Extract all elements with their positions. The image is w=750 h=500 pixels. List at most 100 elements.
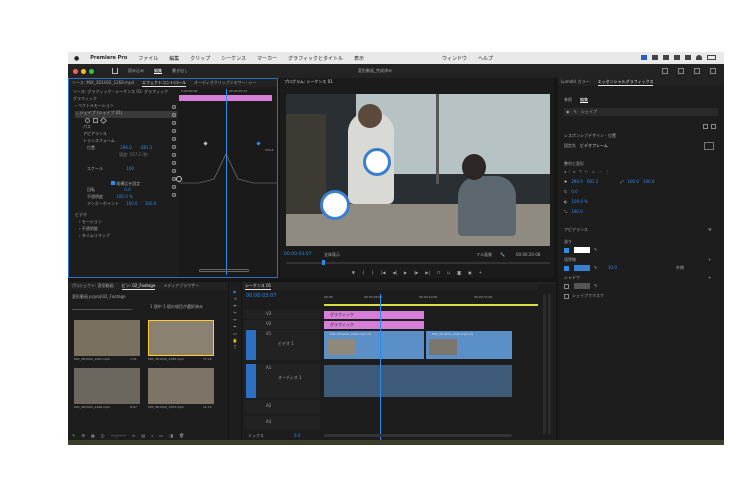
list-view-icon[interactable]: ☰ bbox=[81, 434, 85, 438]
reset-icon[interactable] bbox=[172, 193, 176, 197]
export-frame-icon[interactable]: ◙ bbox=[457, 271, 461, 275]
razor-tool-icon[interactable]: ✂ bbox=[233, 311, 236, 315]
keyframe-icon[interactable] bbox=[256, 141, 261, 146]
subtab-edit[interactable]: 編集 bbox=[580, 98, 588, 103]
eyedropper-icon[interactable]: ✎ bbox=[594, 284, 597, 288]
mask-checkbox[interactable] bbox=[564, 294, 569, 299]
eg-scale[interactable]: 100.0 bbox=[571, 210, 582, 214]
eyedropper-icon[interactable]: ✎ bbox=[594, 266, 597, 270]
work-area-bar[interactable] bbox=[324, 304, 554, 306]
add-stroke-icon[interactable]: + bbox=[708, 258, 711, 262]
zoom-slider[interactable]: —○—— bbox=[111, 434, 127, 438]
tab-source[interactable]: ソース: MIX_3D1002_1268.mp4 bbox=[72, 80, 134, 86]
reset-icon[interactable] bbox=[172, 105, 176, 109]
timeline-timecode[interactable]: 00:00:03:07 bbox=[246, 294, 277, 299]
pencil-icon[interactable]: ✎ bbox=[72, 434, 75, 438]
tab-audio-mixer[interactable]: オーディオクリップミキサー: シー bbox=[194, 80, 256, 86]
add-shadow-icon[interactable]: + bbox=[708, 276, 711, 280]
timeline-playhead[interactable] bbox=[380, 294, 381, 442]
eg-rotation[interactable]: 0.0 bbox=[571, 190, 577, 194]
hand-tool-icon[interactable]: ✋ bbox=[233, 339, 238, 343]
header-tab-import[interactable]: 読み込み bbox=[128, 69, 144, 73]
track-header-v3[interactable]: V3 bbox=[244, 310, 320, 319]
stroke-swatch[interactable] bbox=[574, 265, 590, 271]
position-y[interactable]: 681.2 bbox=[141, 145, 152, 150]
marker-icon[interactable]: ▼ bbox=[352, 271, 355, 275]
scale-value[interactable]: 100 bbox=[126, 166, 134, 171]
align-left-icon[interactable]: ⫷ bbox=[564, 170, 566, 174]
reset-icon[interactable] bbox=[172, 129, 176, 133]
rectangle-tool-icon[interactable]: ▭ bbox=[233, 332, 237, 336]
tab-bin[interactable]: ビン: 02_Footage bbox=[121, 283, 156, 290]
uniform-checkbox[interactable] bbox=[111, 181, 115, 185]
program-playhead[interactable] bbox=[322, 260, 325, 265]
reset-icon[interactable] bbox=[172, 145, 176, 149]
menu-graphics[interactable]: グラフィックとタイトル bbox=[288, 55, 343, 62]
slip-tool-icon[interactable]: ↔ bbox=[233, 318, 236, 322]
scale-row[interactable]: スケール 100 bbox=[75, 167, 177, 174]
home-icon[interactable] bbox=[112, 68, 118, 74]
reset-icon[interactable] bbox=[172, 185, 176, 189]
track-header-a2[interactable]: A2 bbox=[244, 400, 320, 414]
go-to-out-icon[interactable]: ▶| bbox=[425, 271, 429, 275]
reset-icon[interactable] bbox=[172, 121, 176, 125]
reset-icon[interactable] bbox=[172, 169, 176, 173]
tab-essential-graphics[interactable]: エッセンシャルグラフィックス bbox=[597, 79, 654, 86]
track-header-v1[interactable]: V1 ビデオ 1 bbox=[244, 330, 320, 360]
track-header-a1[interactable]: A1 オーディオ 1 bbox=[244, 364, 320, 398]
ec-timeline[interactable]: 0:00:00:00 00:00:05:12 534.3 bbox=[176, 89, 277, 277]
automate-icon[interactable]: ▤ bbox=[141, 434, 145, 438]
align-center-icon[interactable]: ⫶ bbox=[569, 170, 570, 174]
eye-icon[interactable]: ◉ bbox=[566, 110, 570, 114]
subtab-browse[interactable]: 参照 bbox=[564, 98, 572, 103]
audio-clip[interactable] bbox=[324, 365, 512, 397]
anchor-row[interactable]: アンカーポイント 100.0 100.0 bbox=[75, 202, 177, 209]
eyedropper-icon[interactable]: ✎ bbox=[594, 248, 597, 252]
menu-help[interactable]: ヘルプ bbox=[478, 55, 493, 62]
add-button-icon[interactable]: + bbox=[479, 271, 482, 275]
new-item-icon[interactable]: ◨ bbox=[169, 434, 173, 438]
mix-value[interactable]: 0.0 bbox=[294, 434, 300, 438]
eg-height[interactable]: 100.0 bbox=[643, 180, 654, 184]
fill-swatch[interactable] bbox=[574, 247, 590, 253]
menu-sequence[interactable]: シーケンス bbox=[221, 55, 246, 62]
status-icon[interactable] bbox=[652, 55, 658, 60]
eg-opacity[interactable]: 100.0 % bbox=[572, 200, 589, 204]
stroke-checkbox[interactable] bbox=[564, 266, 569, 271]
status-icon[interactable] bbox=[685, 55, 691, 60]
menu-window[interactable]: ウィンドウ bbox=[442, 55, 467, 62]
opacity-value[interactable]: 100.0 % bbox=[116, 194, 133, 199]
effect-row[interactable]: › タイムリマップ bbox=[75, 234, 177, 241]
program-scrubber[interactable] bbox=[286, 262, 550, 264]
type-tool-icon[interactable]: T bbox=[234, 346, 236, 350]
effect-row[interactable]: ⌄ シェイプ (シェイプ 01) bbox=[75, 111, 177, 118]
rect-mask-icon[interactable] bbox=[93, 118, 98, 123]
quality-dropdown[interactable]: フル画質 bbox=[476, 253, 492, 257]
workspace-icon[interactable] bbox=[662, 68, 668, 74]
graphic-clip[interactable]: グラフィック bbox=[324, 311, 424, 319]
wrench-icon[interactable]: 🔧 bbox=[500, 253, 505, 257]
reset-icon[interactable] bbox=[172, 113, 176, 117]
share-icon[interactable] bbox=[678, 68, 684, 74]
lift-icon[interactable]: ⊓ bbox=[437, 271, 440, 275]
track-select-icon[interactable]: ⇥ bbox=[233, 297, 236, 301]
timeline-ruler[interactable]: 00:00 00:00:05:00 00:00:10:00 00:00:15:0… bbox=[324, 294, 554, 304]
align-middle-icon[interactable]: ⊢ bbox=[585, 170, 588, 174]
anchor-x[interactable]: 100.0 bbox=[126, 201, 137, 206]
search-input[interactable] bbox=[72, 304, 132, 310]
track-header-a3[interactable]: A3 bbox=[244, 416, 320, 430]
distribute-h-icon[interactable]: ⋯ bbox=[598, 170, 602, 174]
go-to-in-icon[interactable]: |◀ bbox=[381, 271, 385, 275]
mark-in-icon[interactable]: { bbox=[362, 271, 365, 275]
pen-mask-icon[interactable] bbox=[99, 116, 108, 125]
zoom-window-button[interactable] bbox=[89, 68, 94, 74]
compare-icon[interactable]: ▣ bbox=[468, 271, 472, 275]
source-patch-v1[interactable] bbox=[246, 330, 256, 360]
shadow-checkbox[interactable] bbox=[564, 284, 569, 289]
white-circle-shape[interactable] bbox=[320, 190, 350, 220]
fit-dropdown[interactable]: 全体表示 bbox=[324, 253, 340, 257]
graph-handle-icon[interactable] bbox=[176, 176, 182, 182]
tab-media-browser[interactable]: メディアブラウザー bbox=[163, 283, 199, 289]
source-patch-a1[interactable] bbox=[246, 364, 256, 398]
step-forward-icon[interactable]: |▶ bbox=[414, 271, 418, 275]
